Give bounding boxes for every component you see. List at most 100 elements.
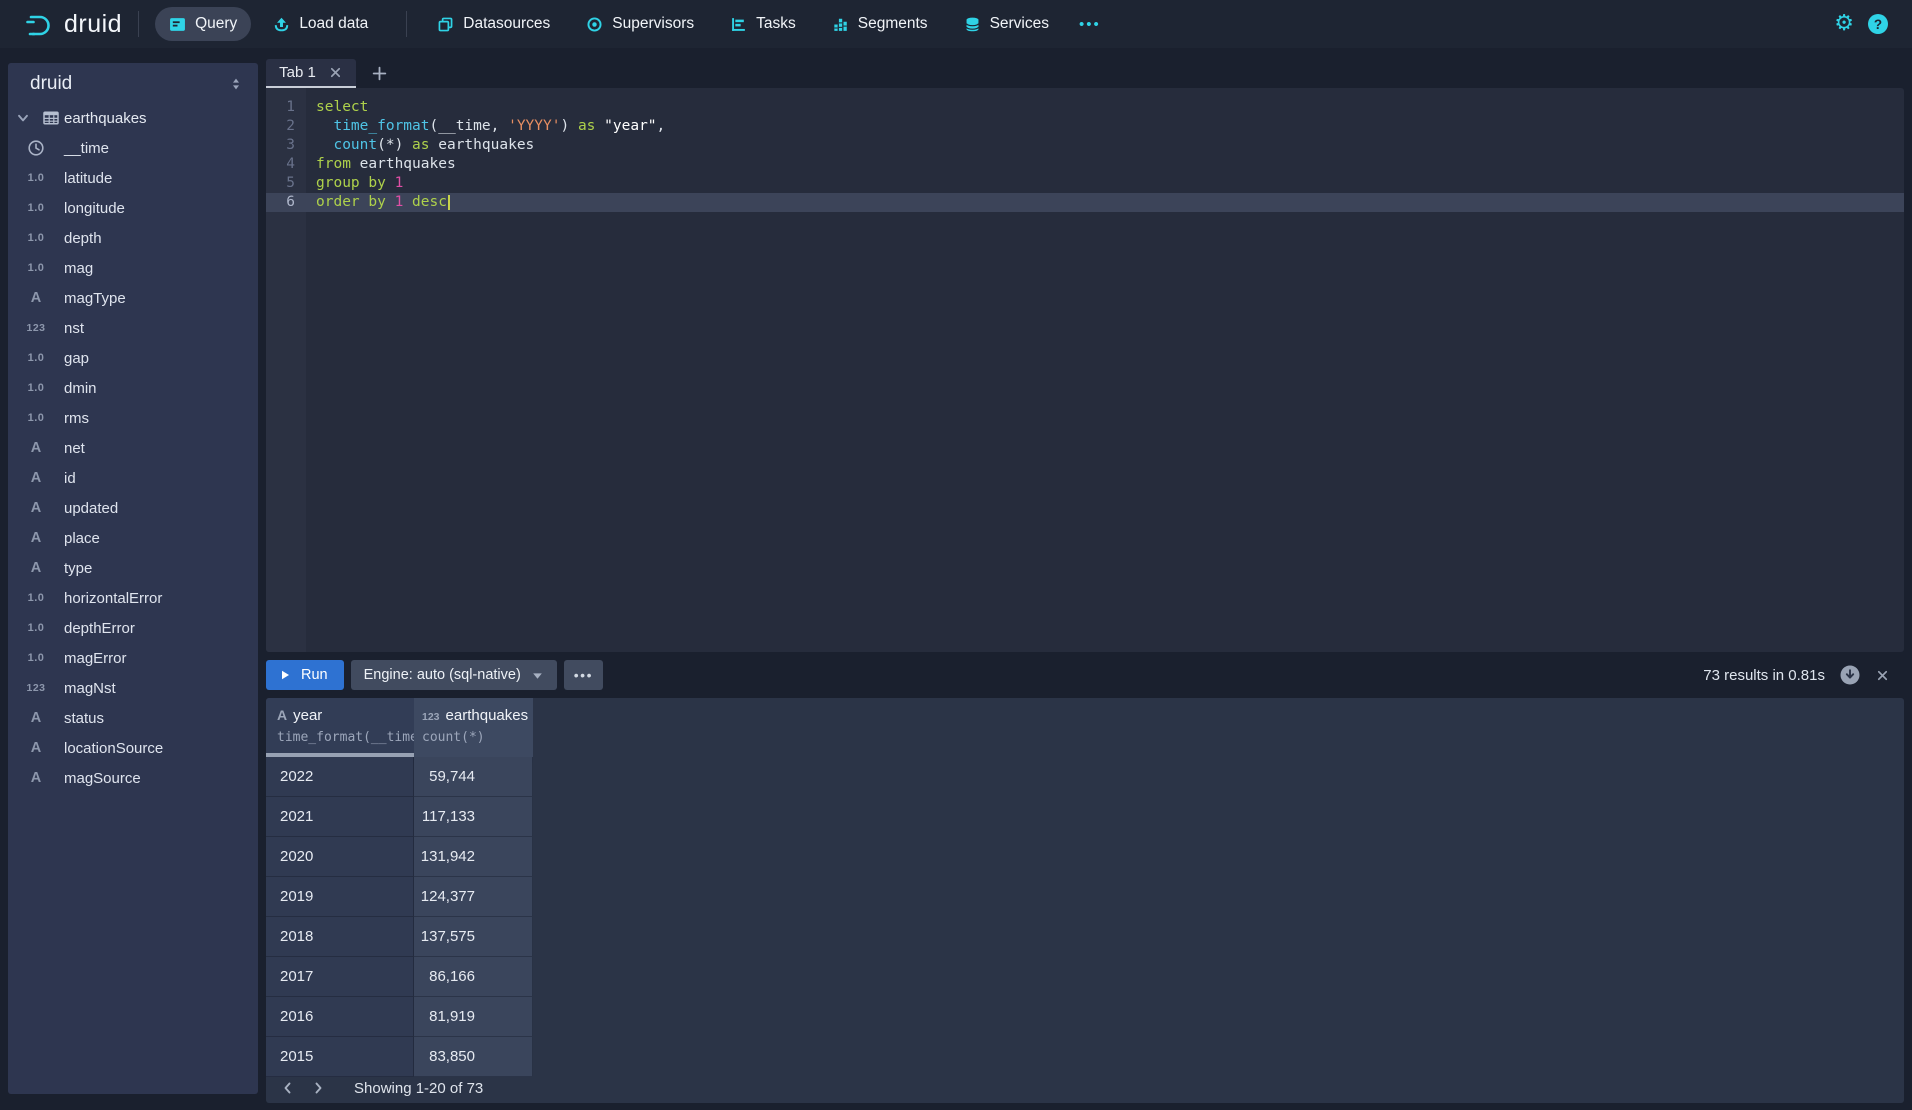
float-type-icon: 1.0 — [8, 592, 64, 604]
sort-updown-icon[interactable] — [228, 76, 244, 92]
line-number: 3 — [266, 136, 306, 155]
engine-label: Engine: auto (sql-native) — [364, 667, 521, 683]
sidebar-column-depthError[interactable]: 1.0depthError — [8, 613, 258, 643]
nav-item-segments[interactable]: Segments — [818, 7, 942, 41]
sidebar-column-updated[interactable]: Aupdated — [8, 493, 258, 523]
cell-earthquakes[interactable]: 81,919 — [414, 997, 533, 1037]
gantt-icon — [730, 16, 747, 33]
sidebar-column-id[interactable]: Aid — [8, 463, 258, 493]
nav-item-tasks[interactable]: Tasks — [716, 7, 810, 41]
table-row: 201786,166 — [266, 957, 533, 997]
engine-select-button[interactable]: Engine: auto (sql-native) — [351, 660, 557, 690]
sidebar-column-longitude[interactable]: 1.0longitude — [8, 193, 258, 223]
database-icon — [964, 16, 981, 33]
next-page-button[interactable] — [306, 1076, 330, 1100]
sidebar-column-place[interactable]: Aplace — [8, 523, 258, 553]
close-results-icon[interactable] — [1875, 668, 1890, 683]
string-type-icon: A — [8, 440, 64, 456]
cell-year[interactable]: 2021 — [266, 797, 414, 837]
chevron-down-icon[interactable] — [8, 111, 38, 125]
sidebar-column-magError[interactable]: 1.0magError — [8, 643, 258, 673]
sidebar-column-locationSource[interactable]: AlocationSource — [8, 733, 258, 763]
results-column-header-earthquakes[interactable]: 123earthquakescount(*) — [414, 698, 533, 757]
cell-earthquakes[interactable]: 124,377 — [414, 877, 533, 917]
sidebar-column-magSource[interactable]: AmagSource — [8, 763, 258, 793]
tab-1[interactable]: Tab 1 — [266, 59, 356, 88]
druid-brand[interactable]: druid — [24, 9, 122, 39]
new-tab-button[interactable] — [356, 59, 402, 88]
schema-selector[interactable]: druid — [8, 65, 258, 103]
cell-year[interactable]: 2019 — [266, 877, 414, 917]
sidebar-column-net[interactable]: Anet — [8, 433, 258, 463]
sidebar-column-rms[interactable]: 1.0rms — [8, 403, 258, 433]
line-number: 6 — [266, 193, 306, 212]
cell-year[interactable]: 2018 — [266, 917, 414, 957]
tab-close-icon[interactable] — [328, 65, 343, 80]
sidebar-column-depth[interactable]: 1.0depth — [8, 223, 258, 253]
line-code: group by 1 — [306, 174, 403, 193]
table-icon — [38, 109, 64, 127]
sidebar-column-status[interactable]: Astatus — [8, 703, 258, 733]
nav-item-query[interactable]: Query — [155, 7, 251, 41]
sidebar-column-latitude[interactable]: 1.0latitude — [8, 163, 258, 193]
caret-down-icon — [531, 669, 544, 682]
pagination-text: Showing 1-20 of 73 — [354, 1080, 483, 1097]
sidebar-column-nst[interactable]: 123nst — [8, 313, 258, 343]
cell-year[interactable]: 2020 — [266, 837, 414, 877]
float-type-icon: 1.0 — [8, 262, 64, 274]
column-name: dmin — [64, 380, 97, 397]
nav-item-services[interactable]: Services — [950, 7, 1063, 41]
run-toolbar: Run Engine: auto (sql-native) ••• 73 res… — [266, 652, 1904, 698]
nav-item-load-data[interactable]: Load data — [259, 7, 382, 41]
download-results-icon[interactable] — [1839, 664, 1861, 686]
editor-line-1: 1select — [266, 98, 1904, 117]
results-column-header-year[interactable]: Ayeartime_format(__time, … — [266, 698, 414, 757]
cell-earthquakes[interactable]: 83,850 — [414, 1037, 533, 1077]
string-type-icon: A — [8, 530, 64, 546]
prev-page-button[interactable] — [276, 1076, 300, 1100]
string-type-icon: A — [8, 560, 64, 576]
editor-line-4: 4from earthquakes — [266, 155, 1904, 174]
nav-item-label: Datasources — [463, 15, 550, 33]
cell-earthquakes[interactable]: 137,575 — [414, 917, 533, 957]
sidebar-column-dmin[interactable]: 1.0dmin — [8, 373, 258, 403]
cell-earthquakes[interactable]: 117,133 — [414, 797, 533, 837]
table-name: earthquakes — [64, 110, 147, 127]
clock-icon — [8, 139, 64, 157]
sidebar-column-horizontalError[interactable]: 1.0horizontalError — [8, 583, 258, 613]
string-type-icon: A — [8, 500, 64, 516]
results-info-text: 73 results in 0.81s — [1703, 667, 1825, 684]
run-button[interactable]: Run — [266, 660, 344, 690]
sidebar-item-earthquakes[interactable]: earthquakes — [8, 103, 258, 133]
sidebar-column-magType[interactable]: AmagType — [8, 283, 258, 313]
cell-earthquakes[interactable]: 59,744 — [414, 757, 533, 797]
table-row: 2020131,942 — [266, 837, 533, 877]
run-button-label: Run — [301, 667, 328, 683]
cell-earthquakes[interactable]: 131,942 — [414, 837, 533, 877]
sidebar-column-gap[interactable]: 1.0gap — [8, 343, 258, 373]
cell-year[interactable]: 2015 — [266, 1037, 414, 1077]
sidebar-column-__time[interactable]: __time — [8, 133, 258, 163]
column-name: magType — [64, 290, 126, 307]
float-type-icon: 1.0 — [8, 652, 64, 664]
sql-editor[interactable]: 1select2 time_format(__time, 'YYYY') as … — [266, 88, 1904, 652]
sidebar-column-magNst[interactable]: 123magNst — [8, 673, 258, 703]
cell-year[interactable]: 2022 — [266, 757, 414, 797]
column-name: net — [64, 440, 85, 457]
editor-line-6: 6order by 1 desc — [266, 193, 1904, 212]
float-type-icon: 1.0 — [8, 172, 64, 184]
sidebar-column-type[interactable]: Atype — [8, 553, 258, 583]
column-name: magNst — [64, 680, 116, 697]
cell-earthquakes[interactable]: 86,166 — [414, 957, 533, 997]
settings-gear-icon[interactable]: ⚙ — [1834, 13, 1854, 35]
help-icon[interactable]: ? — [1868, 14, 1888, 34]
cell-year[interactable]: 2016 — [266, 997, 414, 1037]
nav-item-supervisors[interactable]: Supervisors — [572, 7, 708, 41]
string-type-icon: A — [8, 710, 64, 726]
nav-item-label: Query — [195, 15, 237, 33]
sidebar-column-mag[interactable]: 1.0mag — [8, 253, 258, 283]
nav-more-button[interactable]: ••• — [1071, 7, 1109, 41]
nav-item-datasources[interactable]: Datasources — [423, 7, 564, 41]
cell-year[interactable]: 2017 — [266, 957, 414, 997]
query-more-button[interactable]: ••• — [564, 660, 603, 690]
